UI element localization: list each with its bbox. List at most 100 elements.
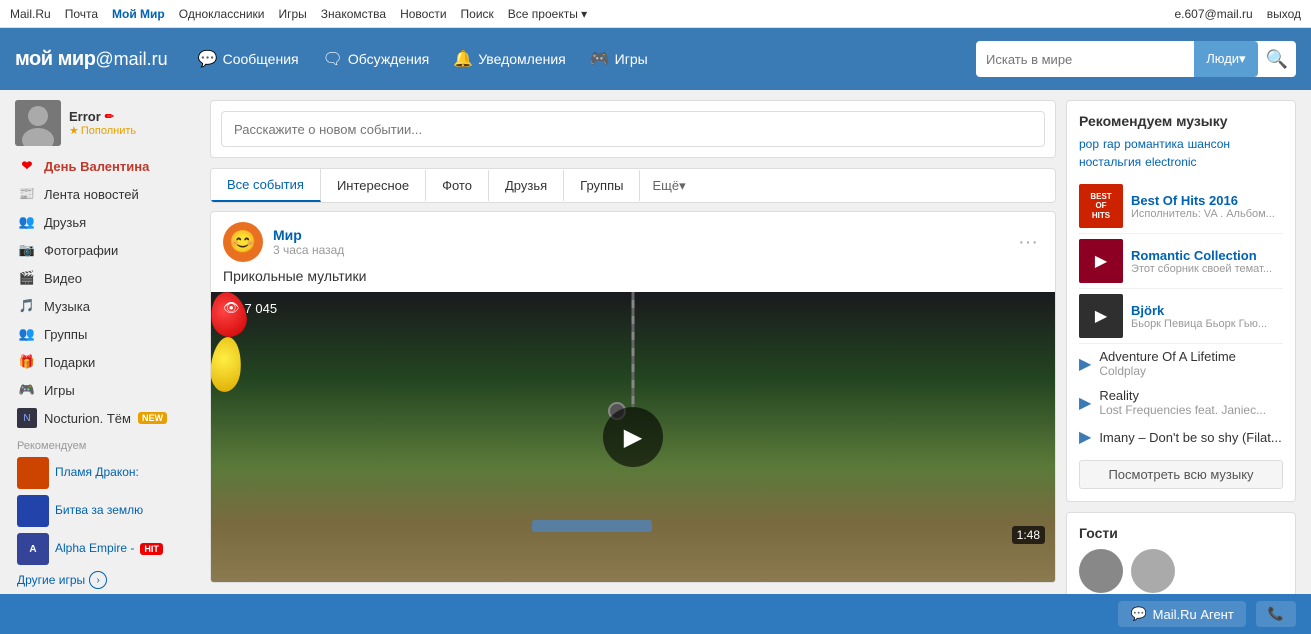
logo[interactable]: мой мир @mail.ru: [15, 48, 168, 71]
album2-play: ▶: [1079, 294, 1123, 338]
user-email: e.607@mail.ru: [1175, 7, 1253, 21]
post-text: Прикольные мультики: [211, 268, 1055, 292]
sidebar-item-news[interactable]: 📰 Лента новостей: [15, 180, 200, 208]
messages-icon: 💬: [198, 49, 218, 69]
rec-thumb-2: A: [17, 533, 49, 565]
rec-game-2[interactable]: A Alpha Empire - HIT: [15, 530, 200, 568]
left-sidebar: Error ✏ Пополнить ❤ День Валентина 📰 Лен…: [15, 100, 200, 616]
post-input[interactable]: [221, 111, 1045, 147]
guest-avatar-1[interactable]: [1131, 549, 1175, 593]
polnit-link[interactable]: Пополнить: [69, 124, 200, 137]
groups-icon: 👥: [17, 324, 37, 344]
nav-mailru[interactable]: Mail.Ru: [10, 7, 51, 21]
rec-name-0: Пламя Дракон:: [55, 465, 139, 481]
sidebar-item-gifts[interactable]: 🎁 Подарки: [15, 348, 200, 376]
logout-link[interactable]: выход: [1267, 7, 1301, 21]
games-icon: 🎮: [590, 49, 610, 69]
music-genres: pop rap романтика шансон ностальгия elec…: [1079, 137, 1283, 169]
notifications-label: Уведомления: [478, 51, 566, 67]
mailru-agent-button[interactable]: 💬 Mail.Ru Агент: [1118, 601, 1245, 627]
rec-thumb-0: [17, 457, 49, 489]
whatsapp-icon: 💬: [1130, 606, 1146, 622]
nav-znakomstva[interactable]: Знакомства: [321, 7, 386, 21]
sidebar-item-friends[interactable]: 👥 Друзья: [15, 208, 200, 236]
new-badge: NEW: [138, 412, 167, 424]
guests-avatars: [1079, 549, 1283, 593]
nav-novosti[interactable]: Новости: [400, 7, 446, 21]
track-info-2: Imany – Don't be so shy (Filat...: [1099, 430, 1281, 445]
chevron-right-icon: ›: [89, 571, 107, 589]
notifications-icon: 🔔: [453, 49, 473, 69]
messages-label: Сообщения: [223, 51, 299, 67]
music-widget-title: Рекомендуем музыку: [1079, 113, 1283, 129]
search-area: Люди▾ 🔍: [976, 41, 1296, 77]
rec-game-0[interactable]: Пламя Дракон:: [15, 454, 200, 492]
album-1[interactable]: ▶ Romantic Collection Этот сборник своей…: [1079, 234, 1283, 289]
search-input[interactable]: [976, 52, 1194, 67]
genre-rap[interactable]: rap: [1103, 137, 1120, 151]
agent-label: Mail.Ru Агент: [1153, 607, 1234, 622]
tab-photo[interactable]: Фото: [426, 170, 489, 201]
track-artist-0: Coldplay: [1099, 364, 1236, 378]
search-people-button[interactable]: Люди▾: [1194, 41, 1257, 77]
phone-button[interactable]: 📞: [1256, 601, 1296, 627]
nav-messages[interactable]: 💬 Сообщения: [188, 43, 309, 75]
nav-pochta[interactable]: Почта: [65, 7, 98, 21]
tab-interesting[interactable]: Интересное: [321, 170, 426, 201]
video-icon: 🎬: [17, 268, 37, 288]
tab-friends[interactable]: Друзья: [489, 170, 564, 201]
album-info-2: Björk Бьорк Певица Бьорк Гью...: [1131, 303, 1283, 330]
genre-shanson[interactable]: шансон: [1188, 137, 1230, 151]
track-artist-1: Lost Frequencies feat. Janiec...: [1099, 403, 1266, 417]
track-2[interactable]: ▶ Imany – Don't be so shy (Filat...: [1079, 422, 1283, 452]
tab-more[interactable]: Ещё▾: [640, 170, 697, 202]
post-author-name[interactable]: Мир: [273, 227, 1003, 243]
discussions-label: Обсуждения: [348, 51, 429, 67]
guest-avatar-0[interactable]: [1079, 549, 1123, 593]
video-container[interactable]: 👁 7 045 ▶ 1:48 Прикольные мультики + Доб…: [211, 292, 1055, 582]
genre-electronic[interactable]: electronic: [1145, 155, 1196, 169]
post-compose-box: [210, 100, 1056, 158]
track-info-1: Reality Lost Frequencies feat. Janiec...: [1099, 388, 1266, 417]
sidebar-item-groups[interactable]: 👥 Группы: [15, 320, 200, 348]
search-submit-button[interactable]: 🔍: [1258, 49, 1296, 70]
genre-pop[interactable]: pop: [1079, 137, 1099, 151]
nav-moimir[interactable]: Мой Мир: [112, 7, 165, 21]
edit-icon[interactable]: ✏: [105, 110, 114, 123]
other-games-link[interactable]: Другие игры ›: [15, 568, 200, 592]
track-0[interactable]: ▶ Adventure Of A Lifetime Coldplay: [1079, 344, 1283, 383]
nav-games[interactable]: 🎮 Игры: [580, 43, 658, 75]
logo-text: мой мир: [15, 48, 95, 71]
genre-romance[interactable]: романтика: [1124, 137, 1183, 151]
album-sub-2: Бьорк Певица Бьорк Гью...: [1131, 318, 1283, 330]
sidebar-item-video[interactable]: 🎬 Видео: [15, 264, 200, 292]
album-sub-1: Этот сборник своей темат...: [1131, 263, 1283, 275]
tab-groups[interactable]: Группы: [564, 170, 640, 201]
nav-discussions[interactable]: 🗨 Обсуждения: [313, 43, 440, 75]
album-2[interactable]: ▶ Björk Бьорк Певица Бьорк Гью...: [1079, 289, 1283, 344]
nav-igry[interactable]: Игры: [278, 7, 306, 21]
sidebar-item-music[interactable]: 🎵 Музыка: [15, 292, 200, 320]
sidebar-item-games-section[interactable]: 🎮 Игры: [15, 376, 200, 404]
avatar: [15, 100, 61, 146]
nav-notifications[interactable]: 🔔 Уведомления: [443, 43, 575, 75]
nav-vseproekty[interactable]: Все проекты ▾: [508, 7, 587, 21]
sidebar-item-nocturion[interactable]: N Nocturion. Тём NEW: [15, 404, 200, 432]
album-name-1: Romantic Collection: [1131, 248, 1283, 263]
sidebar-item-photos[interactable]: 📷 Фотографии: [15, 236, 200, 264]
track-1[interactable]: ▶ Reality Lost Frequencies feat. Janiec.…: [1079, 383, 1283, 422]
video-play-button[interactable]: ▶: [603, 407, 663, 467]
recommended-label: Рекомендуем: [17, 440, 198, 452]
post-card: 😊 Мир 3 часа назад ··· Прикольные мульти…: [210, 211, 1056, 583]
nav-poisk[interactable]: Поиск: [461, 7, 494, 21]
rec-game-1[interactable]: Битва за землю: [15, 492, 200, 530]
nav-odnoklassniki[interactable]: Одноклассники: [179, 7, 265, 21]
sidebar-item-valentine[interactable]: ❤ День Валентина: [15, 152, 200, 180]
post-menu-button[interactable]: ···: [1013, 231, 1043, 254]
username: Error ✏: [69, 109, 200, 124]
tab-all-events[interactable]: Все события: [211, 169, 321, 202]
album-0[interactable]: BESTOFHITS Best Of Hits 2016 Исполнитель…: [1079, 179, 1283, 234]
see-all-music-button[interactable]: Посмотреть всю музыку: [1079, 460, 1283, 489]
track-name-1: Reality: [1099, 388, 1266, 403]
genre-nostalgia[interactable]: ностальгия: [1079, 155, 1141, 169]
